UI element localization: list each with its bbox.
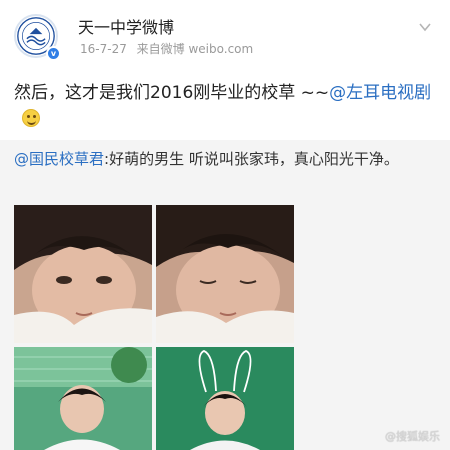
- post-text-main: 然后，这才是我们2016刚毕业的校草 ~~: [14, 83, 330, 103]
- mention-link[interactable]: @左耳电视剧: [329, 83, 431, 103]
- photo-outdoor[interactable]: [14, 347, 152, 450]
- account-name[interactable]: 天一中学微博: [78, 14, 174, 38]
- smile-emoji-icon: [22, 109, 40, 127]
- post-header: v 天一中学微博 16-7-27 来自微博 weibo.com: [0, 0, 450, 72]
- repost-body: :好萌的男生 听说叫张家玮，真心阳光干净。: [104, 150, 399, 168]
- photo-closeup-1[interactable]: [14, 205, 152, 343]
- chevron-down-icon[interactable]: [418, 20, 432, 34]
- post-meta: 16-7-27 来自微博 weibo.com: [80, 40, 259, 57]
- post-date: 16-7-27: [80, 42, 127, 56]
- post-source: 来自微博 weibo.com: [136, 42, 254, 56]
- post-text: 然后，这才是我们2016刚毕业的校草 ~~@左耳电视剧: [14, 80, 434, 132]
- repost-text: @国民校草君:好萌的男生 听说叫张家玮，真心阳光干净。: [14, 148, 434, 171]
- verified-badge-icon: v: [46, 46, 61, 61]
- photo-bunny-ears[interactable]: [156, 347, 294, 450]
- watermark: @搜狐娱乐: [385, 430, 440, 443]
- photo-closeup-2[interactable]: [156, 205, 294, 343]
- repost-mention-link[interactable]: @国民校草君: [14, 150, 104, 168]
